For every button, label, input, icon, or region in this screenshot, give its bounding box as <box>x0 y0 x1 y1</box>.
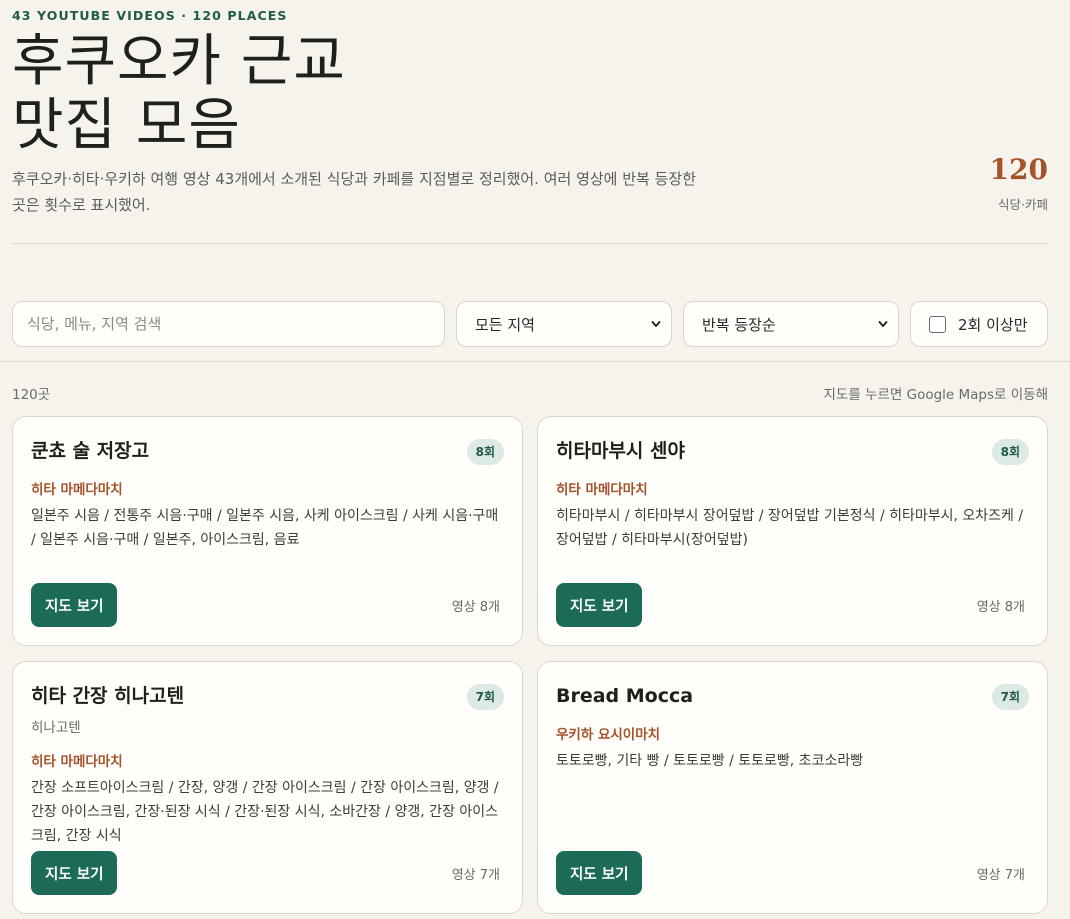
intro-text: 후쿠오카·히타·우키하 여행 영상 43개에서 소개된 식당과 카페를 지점별로… <box>12 170 697 214</box>
filter-bar: 모든 지역 반복 등장순 2회 이상만 <box>12 301 1048 347</box>
map-hint: 지도를 누르면 Google Maps로 이동해 <box>823 387 1049 403</box>
region-select-value: 모든 지역 <box>475 315 535 334</box>
chevron-down-icon <box>651 321 661 327</box>
place-name: 쿤쵸 술 저장고 <box>31 440 150 462</box>
video-count: 영상 8개 <box>451 599 500 615</box>
repeat-badge: 8회 <box>466 439 504 465</box>
header-divider <box>12 243 1048 244</box>
place-name: 히타마부시 센야 <box>556 440 685 462</box>
repeat-badge: 8회 <box>991 439 1029 465</box>
place-menus: 일본주 시음 / 전통주 시음·구매 / 일본주 시음, 사케 아이스크림 / … <box>31 508 499 548</box>
region-select[interactable]: 모든 지역 <box>456 301 672 347</box>
sort-select-value: 반복 등장순 <box>702 315 776 334</box>
place-menus: 토토로빵, 기타 빵 / 토토로빵 / 토토로빵, 초코소라빵 <box>556 753 864 769</box>
view-map-button[interactable]: 지도 보기 <box>31 851 118 895</box>
view-map-button[interactable]: 지도 보기 <box>556 583 643 627</box>
view-map-button[interactable]: 지도 보기 <box>31 583 118 627</box>
place-menus: 간장 소프트아이스크림 / 간장, 양갱 / 간장 아이스크림 / 간장 아이스… <box>31 780 499 844</box>
place-menus: 히타마부시 / 히타마부시 장어덮밥 / 장어덮밥 기본정식 / 히타마부시, … <box>556 508 1024 548</box>
page-title: 후쿠오카 근교 맛집 모음 <box>12 30 712 158</box>
repeat-only-filter[interactable]: 2회 이상만 <box>910 301 1048 347</box>
search-input[interactable] <box>12 301 445 347</box>
place-area: 히타 마메다마치 <box>31 482 123 498</box>
place-area: 히타 마메다마치 <box>556 482 648 498</box>
chevron-down-icon <box>878 321 888 327</box>
page-title-line-1: 후쿠오카 근교 <box>12 29 346 94</box>
place-area: 우키하 요시이마치 <box>556 727 661 743</box>
video-count: 영상 7개 <box>451 867 500 883</box>
place-count-stat: 120 식당·카페 <box>990 150 1048 213</box>
view-map-button[interactable]: 지도 보기 <box>556 851 643 895</box>
place-count-label: 식당·카페 <box>998 197 1048 212</box>
page-title-line-2: 맛집 모음 <box>12 93 241 158</box>
eyebrow-summary: 43 YOUTUBE VIDEOS · 120 PLACES <box>12 8 288 23</box>
video-count: 영상 8개 <box>976 599 1025 615</box>
results-meta: 120곳 지도를 누르면 Google Maps로 이동해 <box>12 383 1048 403</box>
video-count: 영상 7개 <box>976 867 1025 883</box>
results-count: 120곳 <box>12 387 51 403</box>
place-subname: 히나고텐 <box>31 720 81 736</box>
place-card: 쿤쵸 술 저장고 8회 히타 마메다마치 일본주 시음 / 전통주 시음·구매 … <box>12 416 523 646</box>
repeat-only-label: 2회 이상만 <box>958 315 1028 334</box>
repeat-badge: 7회 <box>466 684 504 710</box>
place-grid: 쿤쵸 술 저장고 8회 히타 마메다마치 일본주 시음 / 전통주 시음·구매 … <box>12 416 1048 914</box>
repeat-only-checkbox[interactable] <box>929 315 946 333</box>
place-area: 히타 마메다마치 <box>31 754 123 770</box>
place-name: Bread Mocca <box>556 685 694 707</box>
repeat-badge: 7회 <box>991 684 1029 710</box>
sort-select[interactable]: 반복 등장순 <box>683 301 899 347</box>
place-card: 히타마부시 센야 8회 히타 마메다마치 히타마부시 / 히타마부시 장어덮밥 … <box>537 416 1048 646</box>
place-card: Bread Mocca 7회 우키하 요시이마치 토토로빵, 기타 빵 / 토토… <box>537 661 1048 914</box>
place-name: 히타 간장 히나고텐 <box>31 685 185 707</box>
filter-divider <box>0 361 1070 362</box>
place-card: 히타 간장 히나고텐 7회 히나고텐 히타 마메다마치 간장 소프트아이스크림 … <box>12 661 523 914</box>
place-count-value: 120 <box>989 153 1048 186</box>
